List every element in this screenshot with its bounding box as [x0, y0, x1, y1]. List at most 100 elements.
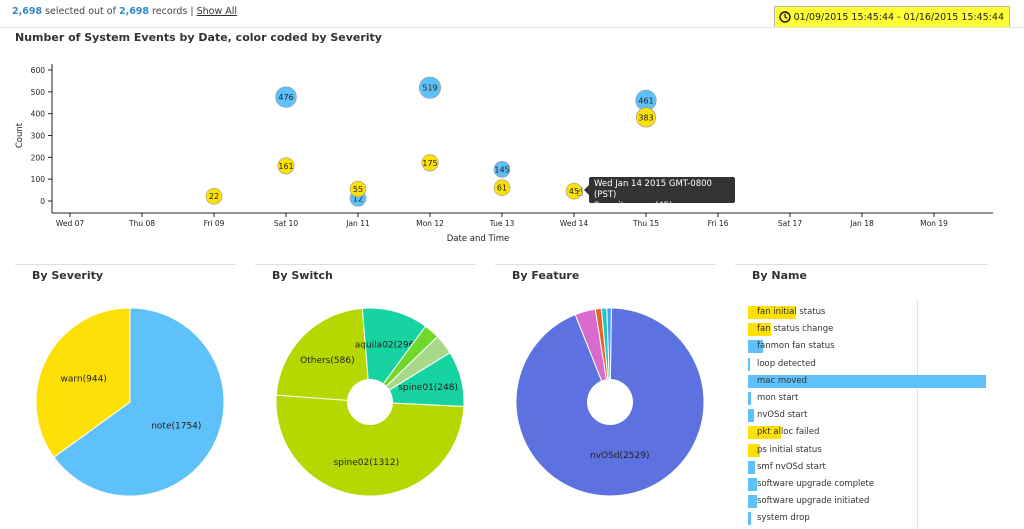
x-axis-title: Date and Time [447, 234, 510, 244]
name-bar-label: nvOSd start [757, 410, 808, 421]
header-divider [0, 27, 1024, 28]
warn-point-label: 55 [353, 185, 363, 194]
name-bar [748, 409, 754, 423]
y-axis-title: Count [15, 122, 25, 148]
x-tick-label: Jan 18 [849, 219, 874, 228]
pie-donut-hole [587, 379, 633, 425]
pie-slice-label: warn(944) [61, 374, 107, 384]
warn-point-label: 383 [638, 113, 653, 122]
name-bar-chart: fan initial status fan status change fanmo… [748, 304, 988, 527]
pie-slice-label: note(1754) [151, 422, 201, 432]
y-tick-label: 200 [31, 153, 46, 162]
selection-summary: 2,698 selected out of 2,698 records | Sh… [12, 6, 237, 17]
x-tick-label: Wed 07 [56, 219, 85, 228]
name-bar [748, 477, 758, 491]
note-point-label: 145 [494, 165, 509, 174]
y-tick-label: 600 [31, 66, 46, 75]
chart-tooltip: Wed Jan 14 2015 GMT-0800 (PST) Severity:… [584, 177, 735, 211]
warn-point-label: 61 [497, 184, 507, 193]
date-range-display[interactable]: 01/09/2015 15:45:44 - 01/16/2015 15:45:4… [773, 6, 1010, 28]
name-bar-label: smf nvOSd start [757, 461, 826, 472]
mouse-cursor-icon: ☝ [576, 185, 584, 200]
pie-donut-hole [347, 379, 393, 425]
x-tick-label: Fri 09 [204, 219, 225, 228]
x-tick-label: Mon 19 [920, 219, 948, 228]
x-tick-label: Tue 13 [489, 219, 515, 228]
switch-panel-rule [255, 264, 475, 265]
x-tick-label: Sat 17 [778, 219, 802, 228]
name-bar-row[interactable]: ps initial status [748, 442, 988, 459]
name-bar-label: fanmon fan status [757, 341, 835, 352]
switch-pie-chart: spine02(1312) Others(586)aquila02(296) spi… [275, 307, 465, 497]
records-suffix: records | [149, 6, 194, 17]
pie-slice-label: spine02(1312) [334, 458, 400, 468]
name-bar [748, 391, 752, 405]
name-bar-row[interactable]: pkt alloc failed [748, 424, 988, 441]
name-bar-label: system drop [757, 513, 810, 524]
warn-point-label: 22 [209, 192, 219, 201]
name-bar-label: mac moved [757, 375, 807, 386]
by-name-title: By Name [752, 269, 807, 282]
selected-count: 2,698 [12, 6, 43, 17]
note-point-label: 519 [422, 84, 437, 93]
name-bar [748, 495, 758, 509]
name-bar [748, 460, 756, 474]
date-range-text: 01/09/2015 15:45:44 - 01/16/2015 15:45:4… [793, 11, 1004, 23]
name-bar-row[interactable]: fanmon fan status [748, 338, 988, 355]
warn-point-label: 161 [278, 162, 293, 171]
y-tick-label: 500 [31, 88, 46, 97]
name-bar-row[interactable]: software upgrade initiated [748, 493, 988, 510]
name-bar-label: fan initial status [757, 307, 826, 317]
y-tick-label: 400 [31, 110, 46, 119]
feature-panel-rule [495, 264, 715, 265]
severity-pie-chart: note(1754) warn(944) [35, 307, 225, 497]
name-bar-row[interactable]: mac moved [748, 373, 988, 390]
name-bar-row[interactable]: software upgrade complete [748, 476, 988, 493]
name-bar-row[interactable]: smf nvOSd start [748, 459, 988, 476]
pie-slice-label: nvOSd(2529) [590, 451, 649, 461]
show-all-link[interactable]: Show All [197, 6, 237, 17]
x-tick-label: Thu 15 [632, 219, 659, 228]
name-bar-row[interactable]: fan status change [748, 321, 988, 338]
name-bar-row[interactable]: system drop [748, 510, 988, 527]
name-bar [748, 512, 751, 526]
clock-icon [778, 11, 791, 23]
y-tick-label: 300 [31, 132, 46, 141]
name-bar-label: ps initial status [757, 444, 822, 455]
name-bar-row[interactable]: mon start [748, 390, 988, 407]
main-chart-title: Number of System Events by Date, color c… [15, 31, 382, 44]
name-bar-label: pkt alloc failed [757, 427, 820, 438]
total-count: 2,698 [118, 6, 150, 17]
by-feature-title: By Feature [512, 269, 580, 282]
y-tick-label: 100 [31, 175, 46, 184]
x-tick-label: Fri 16 [708, 219, 729, 228]
feature-pie-chart: nvOSd(2529) [515, 307, 705, 497]
pie-slice-label: spine01(248) [398, 383, 458, 393]
name-bar-label: mon start [757, 392, 799, 403]
x-tick-label: Mon 12 [416, 219, 444, 228]
name-bar-label: software upgrade complete [757, 478, 875, 489]
x-tick-label: Wed 14 [560, 219, 589, 228]
by-severity-title: By Severity [32, 269, 104, 282]
name-bar-label: fan status change [757, 324, 834, 335]
name-bar [748, 357, 750, 371]
severity-panel-rule [15, 264, 235, 265]
tooltip-severity: Severity: warn(45) [594, 201, 673, 211]
name-bar-row[interactable]: fan initial status [748, 304, 988, 321]
by-switch-title: By Switch [272, 269, 333, 282]
x-tick-label: Jan 11 [345, 219, 370, 228]
name-bar-row[interactable]: nvOSd start [748, 407, 988, 424]
x-tick-label: Thu 08 [128, 219, 155, 228]
pie-slice-label: aquila02(296) [355, 340, 418, 350]
tooltip-date: Wed Jan 14 2015 GMT-0800 (PST) [594, 179, 712, 200]
warn-point-label: 175 [422, 159, 437, 168]
note-point-label: 476 [278, 93, 293, 102]
name-panel-rule [735, 264, 987, 265]
note-point-label: 461 [638, 96, 653, 105]
x-tick-label: Sat 10 [274, 219, 298, 228]
system-events-scatter-chart: 0 100 200 300 400 500 600 Wed 07 Thu 08 Fri 09 Sat… [15, 64, 993, 244]
name-bar-row[interactable]: loop detected [748, 356, 988, 373]
name-bar-label: loop detected [757, 358, 816, 369]
pie-slice-label: Others(586) [300, 356, 354, 366]
selected-mid-text: selected out of [42, 6, 119, 17]
